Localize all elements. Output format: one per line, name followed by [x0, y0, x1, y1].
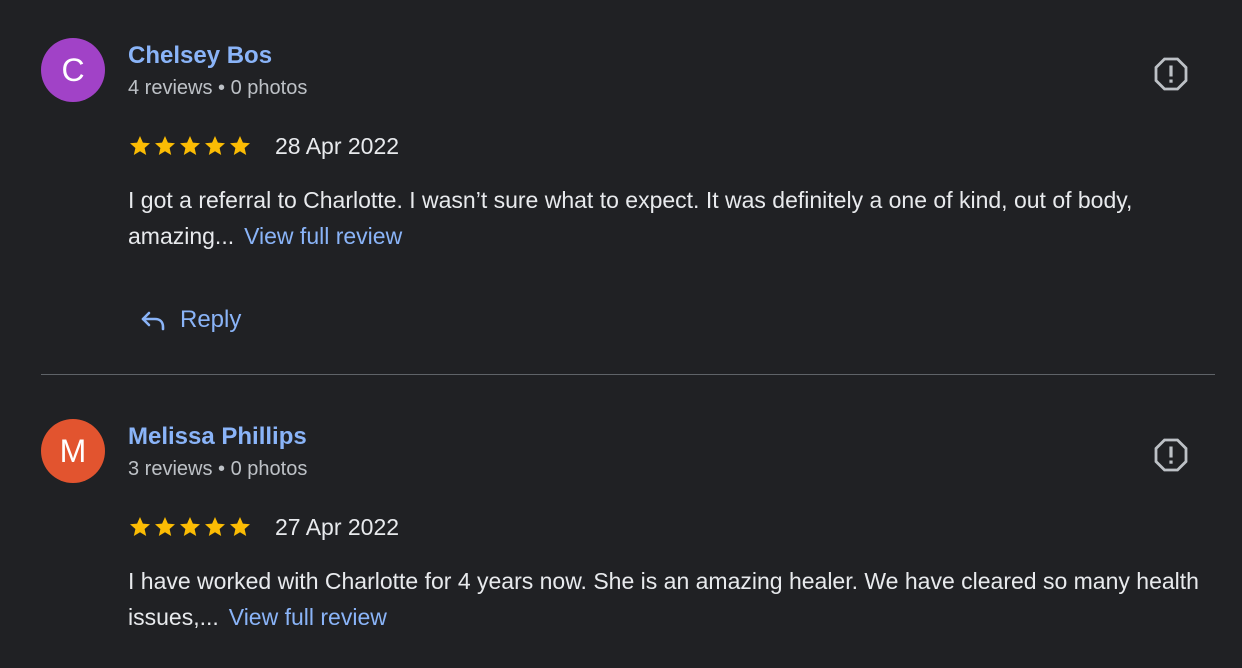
view-full-review-link[interactable]: View full review	[229, 604, 387, 630]
review-text: I have worked with Charlotte for 4 years…	[128, 563, 1208, 635]
star-icon	[130, 136, 150, 155]
reply-label: Reply	[180, 306, 242, 333]
review-date: 28 Apr 2022	[275, 133, 400, 159]
star-icon	[230, 517, 250, 536]
reviewer-stats: 3 reviews • 0 photos	[128, 458, 308, 480]
reviews-page: C Chelsey Bos 4 reviews • 0 photos 28 Ap…	[0, 0, 1242, 668]
star-icon	[155, 136, 175, 155]
review-date: 27 Apr 2022	[275, 514, 400, 540]
star-rating	[128, 134, 252, 160]
review-text: I got a referral to Charlotte. I wasn’t …	[128, 182, 1208, 254]
star-rating	[128, 515, 252, 541]
avatar[interactable]: M	[41, 419, 105, 483]
review-card: M Melissa Phillips 3 reviews • 0 photos …	[0, 375, 1242, 668]
star-icon	[180, 136, 200, 155]
reviewer-name[interactable]: Melissa Phillips	[128, 422, 307, 452]
report-icon	[1154, 57, 1188, 91]
report-review-button[interactable]	[1153, 437, 1189, 473]
report-icon	[1154, 438, 1188, 472]
reply-button[interactable]: Reply	[140, 300, 241, 340]
report-review-button[interactable]	[1153, 56, 1189, 92]
star-icon	[155, 517, 175, 536]
star-icon	[205, 517, 225, 536]
star-icon	[205, 136, 225, 155]
review-card: C Chelsey Bos 4 reviews • 0 photos 28 Ap…	[0, 0, 1242, 375]
reviewer-name[interactable]: Chelsey Bos	[128, 41, 272, 71]
star-icon	[230, 136, 250, 155]
view-full-review-link[interactable]: View full review	[244, 223, 402, 249]
star-icon	[180, 517, 200, 536]
star-icon	[130, 517, 150, 536]
reviewer-stats: 4 reviews • 0 photos	[128, 77, 308, 99]
reply-icon	[141, 311, 165, 331]
avatar[interactable]: C	[41, 38, 105, 102]
